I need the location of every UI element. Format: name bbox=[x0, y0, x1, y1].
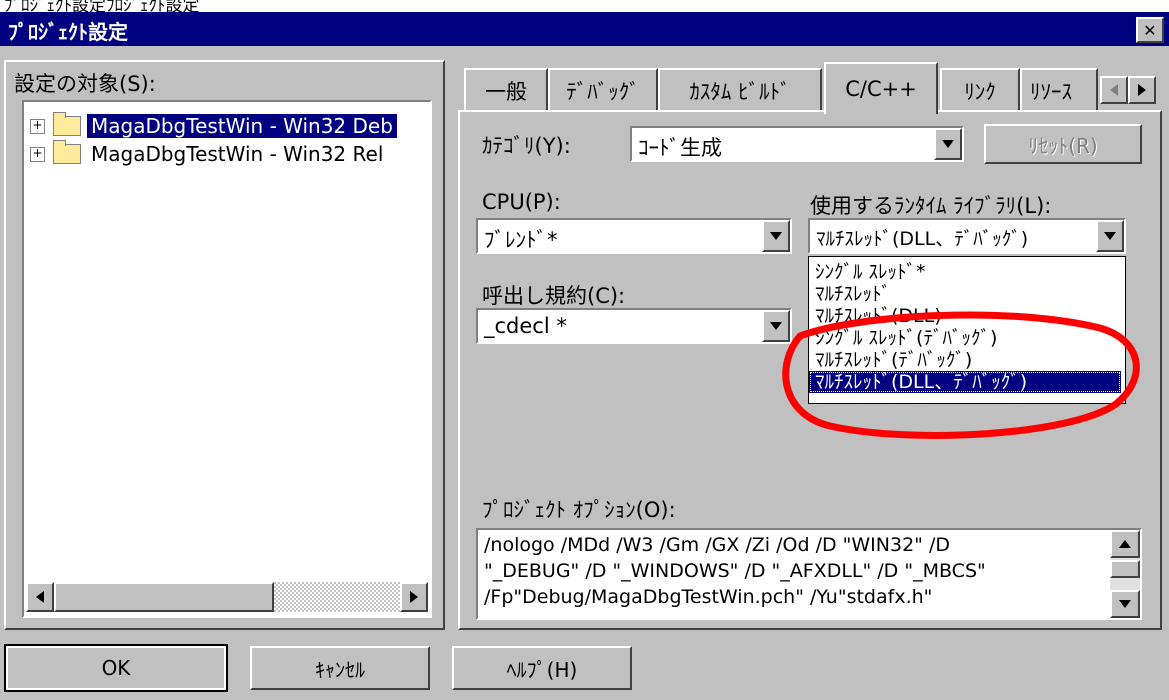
cpu-value: ﾌﾞﾚﾝﾄﾞ* bbox=[484, 228, 558, 252]
calling-convention-value: _cdecl * bbox=[484, 314, 567, 338]
close-icon: ✕ bbox=[1143, 20, 1157, 40]
tree-item[interactable]: + MagaDbgTestWin - Win32 Deb bbox=[30, 112, 397, 140]
tab-label: C/C++ bbox=[845, 77, 917, 101]
tab-general[interactable]: 一般 bbox=[464, 68, 548, 112]
scroll-left-button[interactable] bbox=[26, 582, 54, 612]
tab-label: ﾃﾞﾊﾞｯｸﾞ bbox=[566, 80, 640, 104]
category-dropdown-button[interactable] bbox=[934, 128, 962, 160]
help-button-label: ﾍﾙﾌﾟ(H) bbox=[506, 657, 578, 682]
tab-debug[interactable]: ﾃﾞﾊﾞｯｸﾞ bbox=[548, 68, 658, 112]
reset-button-label: ﾘｾｯﾄ(R) bbox=[1028, 133, 1098, 158]
settings-target-label: 設定の対象(S): bbox=[14, 72, 156, 96]
tab-scroll-buttons bbox=[1100, 76, 1156, 106]
project-options-textbox[interactable]: /nologo /MDd /W3 /Gm /GX /Zi /Od /D "WIN… bbox=[476, 528, 1142, 620]
ok-button[interactable]: OK bbox=[4, 644, 228, 692]
calling-convention-select[interactable]: _cdecl * bbox=[476, 308, 792, 344]
scroll-right-button[interactable] bbox=[400, 582, 428, 612]
cancel-button-label: ｷｬﾝｾﾙ bbox=[315, 657, 365, 682]
tab-label: ｶｽﾀﾑ ﾋﾞﾙﾄﾞ bbox=[689, 80, 791, 104]
scroll-thumb[interactable] bbox=[54, 582, 274, 612]
expand-icon[interactable]: + bbox=[30, 146, 45, 162]
help-button[interactable]: ﾍﾙﾌﾟ(H) bbox=[452, 646, 632, 690]
scroll-thumb[interactable] bbox=[1110, 560, 1140, 578]
project-options-line: /Fp"Debug/MagaDbgTestWin.pch" /Yu"stdafx… bbox=[484, 586, 933, 608]
window-title: ﾌﾟﾛｼﾞｪｸﾄ設定 bbox=[8, 20, 128, 44]
close-button[interactable]: ✕ bbox=[1136, 17, 1164, 43]
top-strip: ﾌﾟﾛｼﾞｪｸﾄ設定ﾌﾛｼﾞｪｸﾄ設定 bbox=[0, 0, 1169, 12]
category-select[interactable]: ｺｰﾄﾞ生成 bbox=[630, 126, 964, 162]
cancel-button[interactable]: ｷｬﾝｾﾙ bbox=[250, 646, 430, 690]
tab-scroll-left-button[interactable] bbox=[1100, 76, 1128, 104]
project-options-line: "_DEBUG" /D "_WINDOWS" /D "_AFXDLL" /D "… bbox=[484, 560, 986, 582]
project-options-scrollbar[interactable] bbox=[1110, 530, 1140, 618]
chevron-down-icon bbox=[1104, 232, 1116, 240]
runtime-option[interactable]: ｼﾝｸﾞﾙ ｽﾚｯﾄﾞ* bbox=[809, 261, 1125, 283]
tree-horizontal-scrollbar[interactable] bbox=[26, 582, 428, 612]
runtime-library-select[interactable]: ﾏﾙﾁｽﾚｯﾄﾞ(DLL、ﾃﾞﾊﾞｯｸﾞ) bbox=[808, 218, 1126, 254]
tab-label: ﾘｿｰｽ bbox=[1030, 80, 1072, 104]
tree-item-label: MagaDbgTestWin - Win32 Rel bbox=[91, 142, 384, 166]
scroll-up-button[interactable] bbox=[1110, 530, 1140, 558]
cpu-dropdown-button[interactable] bbox=[762, 220, 790, 252]
tab-custom-build[interactable]: ｶｽﾀﾑ ﾋﾞﾙﾄﾞ bbox=[658, 68, 822, 112]
settings-tree[interactable]: + MagaDbgTestWin - Win32 Deb + MagaDbgTe… bbox=[22, 100, 432, 618]
chevron-down-icon bbox=[770, 232, 782, 240]
tree-item-label: MagaDbgTestWin - Win32 Deb bbox=[87, 114, 397, 138]
annotation-circle bbox=[782, 311, 1140, 439]
cpu-label: CPU(P): bbox=[482, 190, 561, 214]
cpu-select[interactable]: ﾌﾞﾚﾝﾄﾞ* bbox=[476, 218, 792, 254]
runtime-library-dropdown-button[interactable] bbox=[1096, 220, 1124, 252]
title-bar: ﾌﾟﾛｼﾞｪｸﾄ設定 ✕ bbox=[0, 12, 1169, 46]
category-value: ｺｰﾄﾞ生成 bbox=[638, 136, 722, 160]
project-options-label: ﾌﾟﾛｼﾞｪｸﾄ ｵﾌﾟｼｮﾝ(O): bbox=[482, 498, 676, 522]
folder-icon bbox=[53, 112, 81, 136]
chevron-down-icon bbox=[942, 140, 954, 148]
tab-label: ﾘﾝｸ bbox=[964, 80, 996, 104]
scroll-down-button[interactable] bbox=[1110, 590, 1140, 618]
category-label: ｶﾃｺﾞﾘ(Y): bbox=[482, 134, 571, 158]
calling-convention-label: 呼出し規約(C): bbox=[482, 284, 626, 308]
top-strip-text: ﾌﾟﾛｼﾞｪｸﾄ設定ﾌﾛｼﾞｪｸﾄ設定 bbox=[4, 0, 200, 12]
tab-c-cpp[interactable]: C/C++ bbox=[824, 62, 938, 114]
left-arrow-icon bbox=[1110, 84, 1118, 96]
left-arrow-icon bbox=[36, 591, 44, 603]
folder-icon bbox=[53, 140, 81, 164]
tab-scroll-right-button[interactable] bbox=[1128, 76, 1156, 104]
ok-button-label: OK bbox=[101, 656, 131, 680]
expand-icon[interactable]: + bbox=[30, 118, 45, 134]
right-arrow-icon bbox=[410, 591, 418, 603]
reset-button[interactable]: ﾘｾｯﾄ(R) bbox=[984, 124, 1142, 164]
down-arrow-icon bbox=[1119, 600, 1131, 608]
runtime-library-value: ﾏﾙﾁｽﾚｯﾄﾞ(DLL、ﾃﾞﾊﾞｯｸﾞ) bbox=[816, 228, 1029, 250]
runtime-library-label: 使用するﾗﾝﾀｲﾑ ﾗｲﾌﾞﾗﾘ(L): bbox=[810, 194, 1052, 218]
tab-label: 一般 bbox=[485, 80, 527, 104]
right-arrow-icon bbox=[1138, 84, 1146, 96]
up-arrow-icon bbox=[1119, 540, 1131, 548]
tab-link[interactable]: ﾘﾝｸ bbox=[940, 68, 1020, 112]
tree-item[interactable]: + MagaDbgTestWin - Win32 Rel bbox=[30, 140, 387, 168]
tab-resource[interactable]: ﾘｿｰｽ bbox=[1020, 68, 1098, 112]
project-options-line: /nologo /MDd /W3 /Gm /GX /Zi /Od /D "WIN… bbox=[484, 534, 950, 556]
